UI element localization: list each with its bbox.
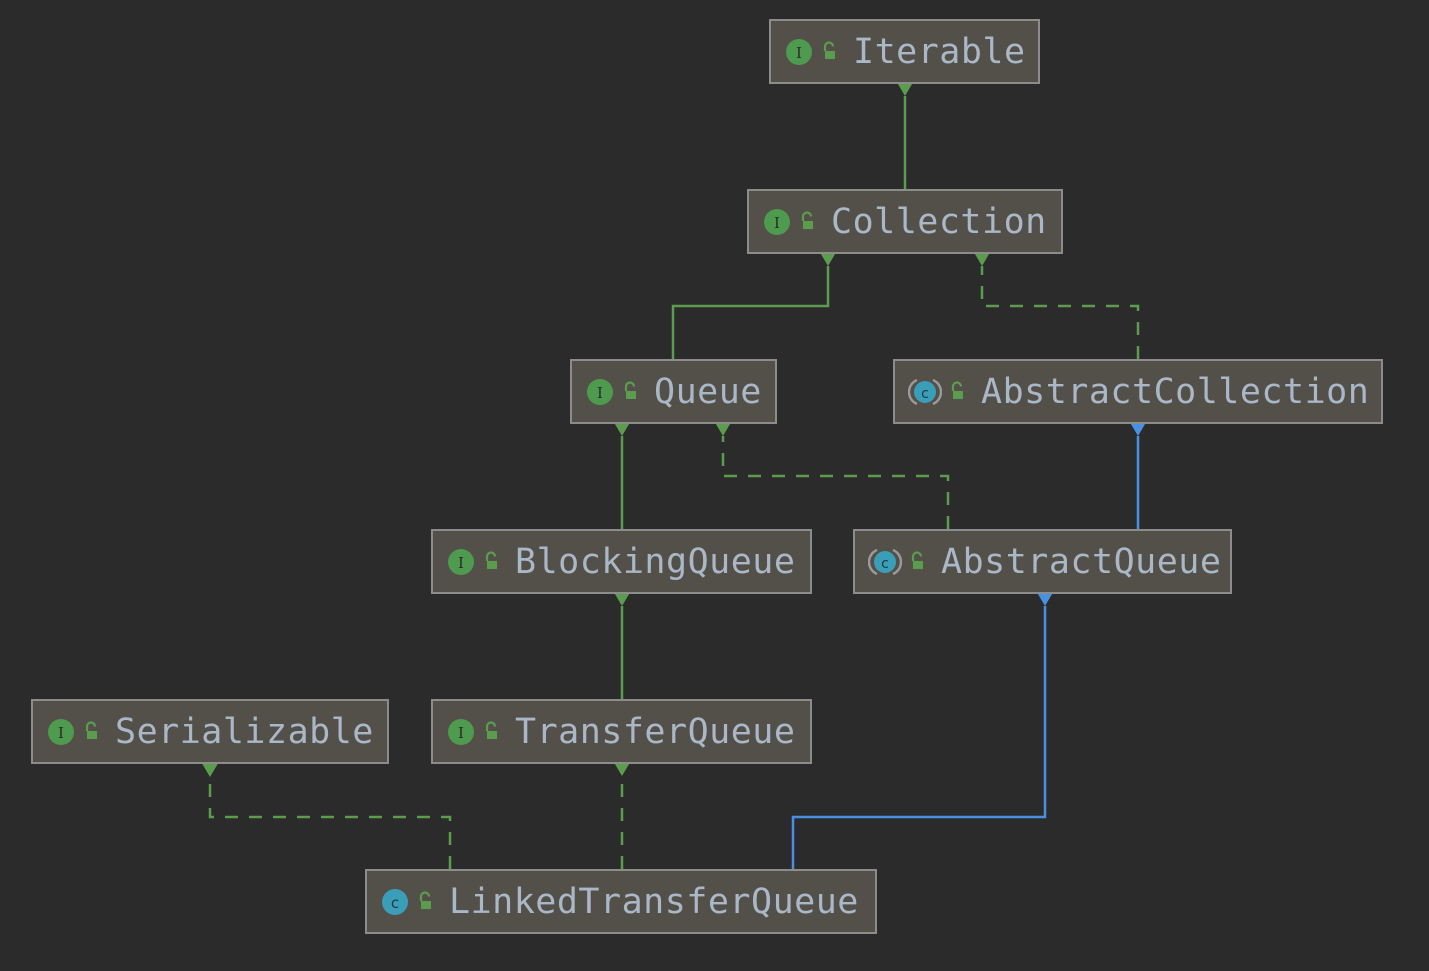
class-node-label: TransferQueue bbox=[515, 711, 796, 752]
node-icons-abstract-collection: c bbox=[908, 377, 967, 407]
edge-abstractqueue-to-abstractcollection bbox=[1125, 414, 1151, 529]
svg-text:c: c bbox=[921, 386, 929, 402]
class-node-label: AbstractQueue bbox=[941, 541, 1222, 582]
svg-text:I: I bbox=[796, 44, 802, 62]
class-node-label: LinkedTransferQueue bbox=[449, 881, 859, 922]
svg-text:I: I bbox=[58, 724, 64, 742]
edge-abstractqueue-to-queue bbox=[710, 414, 950, 529]
svg-text:c: c bbox=[881, 556, 889, 572]
node-icons-blocking-queue: I bbox=[446, 547, 501, 577]
svg-text:c: c bbox=[391, 894, 399, 912]
svg-text:I: I bbox=[458, 554, 464, 572]
public-unlocked-icon bbox=[419, 890, 431, 909]
class-node-abstract-queue[interactable]: c AbstractQueue bbox=[853, 529, 1232, 594]
edge-linkedtransferqueue-to-transferqueue bbox=[609, 754, 635, 869]
interface-icon: I bbox=[448, 718, 474, 745]
public-unlocked-icon bbox=[485, 550, 497, 569]
node-icons-linked-transfer-queue: c bbox=[380, 887, 435, 917]
class-node-abstract-collection[interactable]: c AbstractCollection bbox=[893, 359, 1383, 424]
edge-blockingqueue-to-queue bbox=[609, 414, 635, 529]
edge-transferqueue-to-blockingqueue bbox=[609, 584, 635, 699]
class-node-serializable[interactable]: I Serializable bbox=[31, 699, 389, 764]
svg-text:I: I bbox=[774, 214, 780, 232]
class-node-iterable[interactable]: I Iterable bbox=[769, 19, 1040, 84]
edge-layer bbox=[197, 74, 1151, 869]
node-icons-serializable: I bbox=[46, 717, 101, 747]
class-node-blocking-queue[interactable]: I BlockingQueue bbox=[431, 529, 812, 594]
class-node-label: Collection bbox=[831, 201, 1047, 242]
interface-icon: I bbox=[764, 208, 790, 235]
interface-icon: I bbox=[448, 548, 474, 575]
svg-text:I: I bbox=[597, 384, 603, 402]
interface-icon: I bbox=[587, 378, 613, 405]
abstract-class-icon: c bbox=[908, 378, 942, 405]
uml-class-diagram: I Iterable I Collection I Queue c AbstractColle… bbox=[0, 0, 1429, 971]
class-node-label: BlockingQueue bbox=[515, 541, 796, 582]
class-node-transfer-queue[interactable]: I TransferQueue bbox=[431, 699, 812, 764]
class-node-collection[interactable]: I Collection bbox=[747, 189, 1063, 254]
node-icons-collection: I bbox=[762, 207, 817, 237]
interface-icon: I bbox=[786, 38, 812, 65]
class-node-label: Queue bbox=[654, 371, 762, 412]
class-node-linked-transfer-queue[interactable]: c LinkedTransferQueue bbox=[365, 869, 877, 934]
class-node-queue[interactable]: I Queue bbox=[570, 359, 777, 424]
abstract-class-icon: c bbox=[868, 548, 902, 575]
public-unlocked-icon bbox=[911, 550, 923, 569]
edge-collection-to-iterable bbox=[892, 74, 918, 189]
edge-linkedtransferqueue-to-serializable bbox=[197, 755, 452, 869]
node-icons-transfer-queue: I bbox=[446, 717, 501, 747]
edge-abstractcollection-to-collection bbox=[969, 244, 1140, 359]
public-unlocked-icon bbox=[951, 380, 963, 399]
class-node-label: AbstractCollection bbox=[981, 371, 1370, 412]
public-unlocked-icon bbox=[85, 720, 97, 739]
public-unlocked-icon bbox=[801, 210, 813, 229]
svg-text:I: I bbox=[458, 724, 464, 742]
node-icons-queue: I bbox=[585, 377, 640, 407]
class-node-label: Serializable bbox=[115, 711, 374, 752]
public-unlocked-icon bbox=[823, 40, 835, 59]
public-unlocked-icon bbox=[485, 720, 497, 739]
interface-icon: I bbox=[48, 718, 74, 745]
class-icon: c bbox=[382, 888, 408, 915]
edge-linkedtransferqueue-to-abstractqueue bbox=[791, 584, 1058, 869]
public-unlocked-icon bbox=[624, 380, 636, 399]
edge-queue-to-collection bbox=[671, 244, 841, 359]
node-icons-iterable: I bbox=[784, 37, 839, 67]
class-node-label: Iterable bbox=[853, 31, 1026, 72]
node-icons-abstract-queue: c bbox=[868, 547, 927, 577]
